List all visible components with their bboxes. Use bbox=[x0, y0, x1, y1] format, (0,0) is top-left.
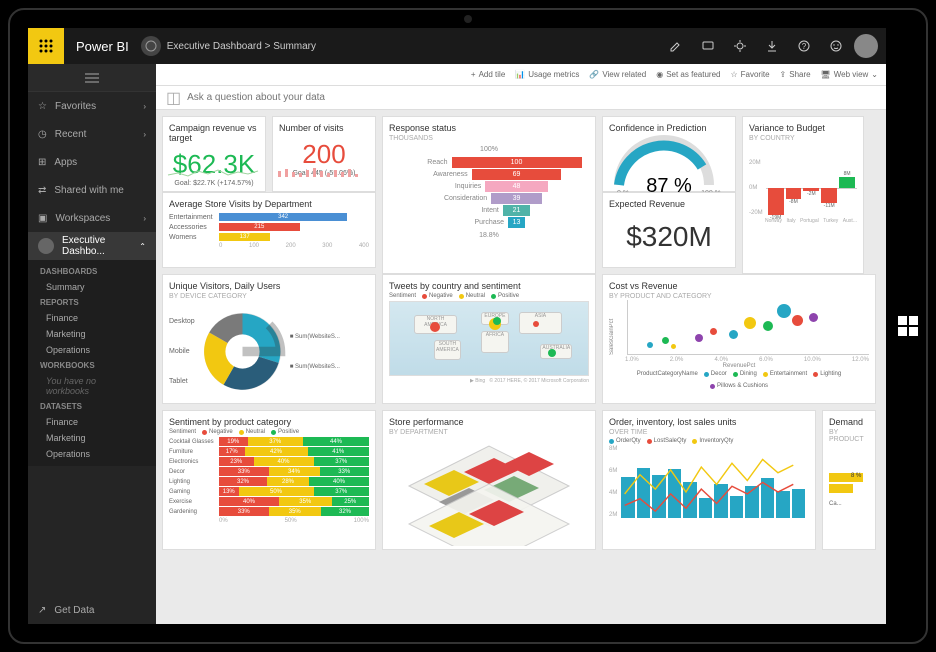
tile-confidence[interactable]: Confidence in Prediction 87 % 0 %100 % bbox=[602, 116, 736, 192]
workspace-avatar-icon bbox=[38, 238, 54, 254]
help-button[interactable]: ? bbox=[790, 32, 818, 60]
sidebar-workspaces[interactable]: ▣Workspaces› bbox=[28, 204, 156, 232]
app-launcher-button[interactable] bbox=[28, 28, 64, 64]
sidebar-recent[interactable]: ◷Recent› bbox=[28, 120, 156, 148]
edit-button[interactable] bbox=[662, 32, 690, 60]
tile-demand[interactable]: Demand BY PRODUCT 8 % Ca... bbox=[822, 410, 876, 550]
action-bar: + Add tile 📊 Usage metrics 🔗 View relate… bbox=[156, 64, 886, 86]
nav-report[interactable]: Finance bbox=[28, 310, 156, 326]
tile-store-performance[interactable]: Store performance BY DEPARTMENT bbox=[382, 410, 596, 550]
nav-report[interactable]: Operations bbox=[28, 342, 156, 358]
sidebar-shared[interactable]: ⇄Shared with me bbox=[28, 176, 156, 204]
tile-sentiment[interactable]: Sentiment by product category Sentiment … bbox=[162, 410, 376, 550]
tile-expected[interactable]: Expected Revenue $320M bbox=[602, 192, 736, 268]
download-button[interactable] bbox=[758, 32, 786, 60]
tile-unique-visitors[interactable]: Unique Visitors, Daily Users BY DEVICE C… bbox=[162, 274, 376, 404]
get-data-button[interactable]: ↗Get Data bbox=[28, 596, 156, 624]
tile-store-visits[interactable]: Average Store Visits by Department Enter… bbox=[162, 192, 376, 268]
settings-button[interactable] bbox=[726, 32, 754, 60]
section-datasets: DATASETS bbox=[28, 399, 156, 414]
share-button[interactable]: ⇪ Share bbox=[780, 70, 811, 79]
usage-metrics-button[interactable]: 📊 Usage metrics bbox=[515, 70, 579, 79]
svg-text:?: ? bbox=[802, 42, 807, 51]
set-featured-button[interactable]: ◉ Set as featured bbox=[656, 70, 720, 79]
workbooks-empty: You have no workbooks bbox=[28, 373, 156, 399]
top-bar: Power BI Executive Dashboard > Summary ? bbox=[28, 28, 886, 64]
sidebar-favorites[interactable]: ☆Favorites› bbox=[28, 92, 156, 120]
tile-response[interactable]: Response status THOUSANDS 100% Reach100A… bbox=[382, 116, 596, 274]
share-icon: ⇄ bbox=[38, 185, 46, 196]
workspaces-icon: ▣ bbox=[38, 213, 47, 224]
add-tile-button[interactable]: + Add tile bbox=[471, 70, 505, 79]
feedback-button[interactable] bbox=[822, 32, 850, 60]
clock-icon: ◷ bbox=[38, 129, 47, 140]
tile-variance[interactable]: Variance to Budget BY COUNTRY 20M0M-20M … bbox=[742, 116, 864, 274]
breadcrumb[interactable]: Executive Dashboard > Summary bbox=[167, 41, 316, 52]
get-data-icon: ↗ bbox=[38, 605, 46, 616]
tile-orders[interactable]: Order, inventory, lost sales units OVER … bbox=[602, 410, 816, 550]
sidebar-apps[interactable]: ⊞Apps bbox=[28, 148, 156, 176]
tile-visits[interactable]: Number of visits 200 Goal: 445 (-55.06%) bbox=[272, 116, 376, 192]
sidebar-toggle[interactable] bbox=[28, 64, 156, 92]
view-related-button[interactable]: 🔗 View related bbox=[589, 70, 646, 79]
apps-icon: ⊞ bbox=[38, 157, 46, 168]
user-avatar[interactable] bbox=[854, 34, 878, 58]
nav-sidebar: ☆Favorites› ◷Recent› ⊞Apps ⇄Shared with … bbox=[28, 64, 156, 624]
workspace-icon bbox=[141, 36, 161, 56]
qna-input[interactable] bbox=[187, 92, 876, 103]
section-dashboards: DASHBOARDS bbox=[28, 264, 156, 279]
sidebar-current-workspace[interactable]: Executive Dashbo...⌃ bbox=[28, 232, 156, 260]
tile-tweets-map[interactable]: Tweets by country and sentiment Sentimen… bbox=[382, 274, 596, 404]
qna-icon: ◫ bbox=[166, 88, 181, 108]
app-name: Power BI bbox=[64, 39, 141, 54]
section-workbooks: WORKBOOKS bbox=[28, 358, 156, 373]
tile-revenue[interactable]: Campaign revenue vs target $62.3K Goal: … bbox=[162, 116, 266, 192]
qna-bar: ◫ bbox=[156, 86, 886, 110]
windows-logo-icon bbox=[898, 316, 918, 336]
favorite-button[interactable]: ☆ Favorite bbox=[730, 70, 769, 79]
star-icon: ☆ bbox=[38, 101, 47, 112]
section-reports: REPORTS bbox=[28, 295, 156, 310]
nav-summary[interactable]: Summary bbox=[28, 279, 156, 295]
chat-button[interactable] bbox=[694, 32, 722, 60]
nav-dataset[interactable]: Operations bbox=[28, 446, 156, 462]
nav-dataset[interactable]: Marketing bbox=[28, 430, 156, 446]
nav-report[interactable]: Marketing bbox=[28, 326, 156, 342]
web-view-button[interactable]: 🖥 Web view ⌄ bbox=[821, 70, 878, 79]
tile-cost-revenue[interactable]: Cost vs Revenue BY PRODUCT AND CATEGORY … bbox=[602, 274, 876, 404]
nav-dataset[interactable]: Finance bbox=[28, 414, 156, 430]
